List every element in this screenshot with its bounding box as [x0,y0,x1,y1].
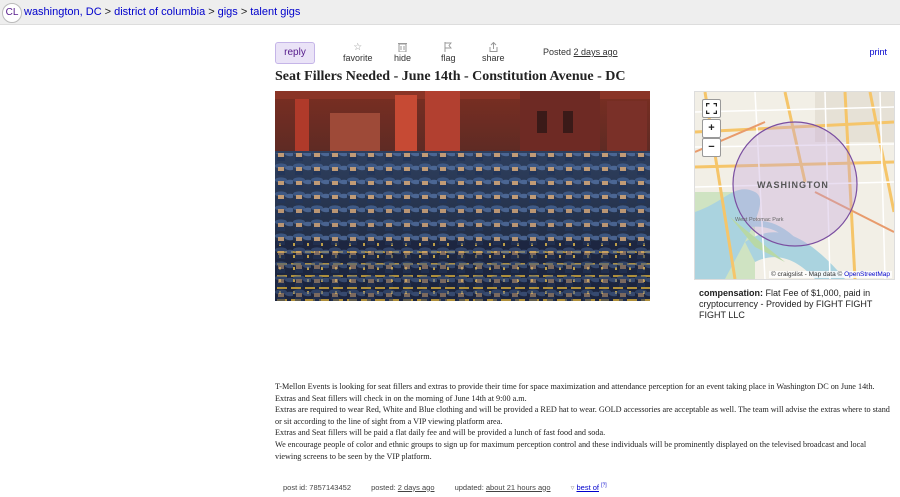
flag-icon [441,42,456,53]
favorite-label: favorite [343,53,373,63]
breadcrumb-district[interactable]: district of columbia [114,6,205,18]
updated-info-value: about 21 hours ago [485,482,551,492]
compensation: compensation: Flat Fee of $1,000, paid i… [699,288,887,321]
zoom-out-button[interactable]: − [702,138,721,157]
location-map[interactable]: + − WASHINGTON West Potomac Park © craig… [694,91,895,280]
body-paragraph: Extras are required to wear Red, White a… [275,405,890,426]
posted-date: Posted 2 days ago [543,47,618,57]
map-city-label: WASHINGTON [757,180,829,190]
post-title: Seat Fillers Needed - June 14th - Consti… [275,69,626,84]
body-paragraph: T-Mellon Events is looking for seat fill… [275,382,875,403]
breadcrumb-separator: > [104,6,112,18]
fullscreen-button[interactable] [702,99,721,118]
fullscreen-icon [705,102,718,115]
zoom-in-button[interactable]: + [702,119,721,138]
breadcrumb-talent-gigs[interactable]: talent gigs [250,6,300,18]
post-footer: post id: 7857143452 posted: 2 days ago u… [283,482,625,492]
print-link[interactable]: print [869,47,887,57]
post-id: post id: 7857143452 [283,483,351,492]
posted-info: posted: 2 days ago [371,483,434,492]
posted-info-value: 2 days ago [397,482,435,492]
top-bar: CL washington, DC > district of columbia > g… [0,0,900,25]
posted-time: 2 days ago [573,47,618,57]
post-id-value: 7857143452 [309,482,351,492]
post-body: T-Mellon Events is looking for seat fill… [275,381,890,462]
plus-icon: + [708,122,715,134]
favorite-button[interactable]: ☆ favorite [343,42,373,63]
updated-info-label: updated: [454,482,484,492]
compensation-label: compensation: [699,288,764,298]
best-of-link[interactable]: best of [576,483,599,492]
breadcrumb-separator: > [240,6,248,18]
star-icon: ☆ [353,42,363,53]
map-attribution: © craigslist - Map data © OpenStreetMap [768,271,892,278]
breadcrumb-separator: > [208,6,215,18]
posted-label: Posted [543,47,572,57]
openstreetmap-link[interactable]: OpenStreetMap [844,271,890,278]
post-image[interactable] [275,91,650,301]
breadcrumb: washington, DC > district of columbia > gigs… [24,6,300,18]
map-attribution-text: © craigslist - Map data © [770,271,843,278]
body-paragraph: Extras and Seat fillers will be paid a f… [275,428,606,438]
post-id-label: post id: [283,482,308,492]
breadcrumb-gigs[interactable]: gigs [218,6,238,18]
share-icon [482,41,505,53]
hide-label: hide [394,53,412,63]
posted-info-label: posted: [371,482,396,492]
reply-button[interactable]: reply [275,42,315,64]
body-paragraph: We encourage people of color and ethnic … [275,439,867,461]
hide-button[interactable]: hide [394,42,411,63]
share-label: share [482,53,505,63]
best-of-help[interactable]: [?] [601,482,607,488]
flag-label: flag [441,53,456,63]
post-toolbar: reply ☆ favorite hide flag share Posted … [275,41,900,66]
best-of-arrow-icon: ▿ [570,482,575,492]
flag-button[interactable]: flag [441,42,456,63]
updated-info: updated: about 21 hours ago [455,483,551,492]
trash-icon [394,42,411,53]
minus-icon: − [708,141,715,153]
parade-photo [275,91,650,301]
breadcrumb-washington[interactable]: washington, DC [24,6,102,18]
share-button[interactable]: share [482,41,505,63]
craigslist-logo[interactable]: CL [2,3,22,23]
map-park-label: West Potomac Park [735,217,784,223]
best-of: ▿ best of [?] [570,482,607,492]
